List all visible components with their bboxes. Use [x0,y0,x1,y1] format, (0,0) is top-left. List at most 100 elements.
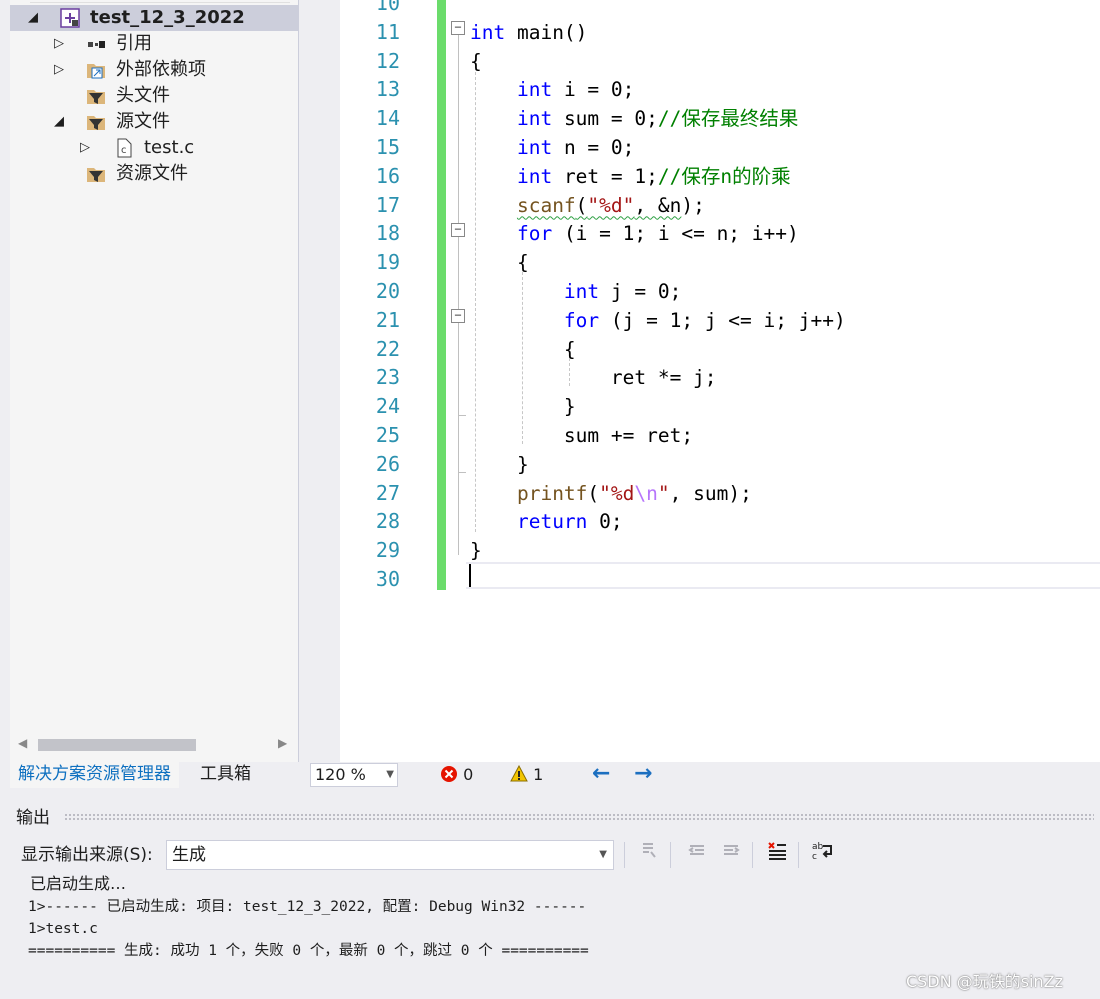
expand-arrow-icon[interactable]: ▷ [52,31,66,57]
line-number: 30 [375,567,400,591]
code-token: printf [516,481,588,505]
code-line[interactable]: printf("%d\n", sum); [470,479,752,508]
toggle-word-wrap-icon[interactable]: ab c [810,840,836,868]
output-title: 输出 [16,808,50,828]
output-source-select[interactable]: 生成 ▼ [166,840,614,870]
tree-item-source-files[interactable]: ◢ 源文件 [10,109,298,135]
scroll-left-icon[interactable]: ◀ [18,736,27,750]
code-token: (j = 1; j <= i; j++) [599,308,846,332]
code-line[interactable]: int ret = 1;//保存n的阶乘 [470,162,791,191]
tab-solution-explorer[interactable]: 解决方案资源管理器 [10,760,179,788]
code-token: return [516,510,588,534]
code-line[interactable]: scanf("%d", &n); [470,191,705,220]
line-number: 15 [375,135,400,159]
tab-toolbox[interactable]: 工具箱 [192,760,259,788]
toolbar-separator [624,842,625,868]
tree-item-external-deps[interactable]: ▷ 外部依赖项 [10,57,298,83]
collapse-arrow-icon[interactable]: ◢ [52,109,66,135]
fold-toggle-icon[interactable]: − [451,21,465,35]
fold-outline [458,35,459,555]
find-message-icon[interactable] [636,840,662,868]
line-number: 17 [375,192,400,217]
navigate-back-icon[interactable]: ← [592,762,610,786]
fold-toggle-icon[interactable]: − [451,309,465,323]
chevron-down-icon[interactable]: ▼ [386,764,394,786]
line-number: 26 [375,451,400,476]
code-token: for [516,222,553,246]
solution-explorer: ◢ test_12_3_2022 ▷ 引用 ▷ 外部依赖项 头文件 ◢ 源文件 … [10,0,299,762]
code-token: int [516,136,553,159]
tree-item-resource-files[interactable]: 资源文件 [10,161,298,187]
line-number: 13 [375,77,400,102]
output-line: 1>------ 已启动生成: 项目: test_12_3_2022, 配置: … [28,899,587,915]
pane-drag-grip[interactable] [64,813,1094,821]
code-line[interactable]: int i = 0; [470,75,634,104]
line-number: 18 [375,221,400,246]
code-line[interactable]: int n = 0; [470,133,634,162]
error-count[interactable]: 0 [440,764,473,786]
references-icon [86,34,106,54]
go-to-next-message-icon[interactable] [718,840,744,868]
go-to-previous-message-icon[interactable] [684,840,710,868]
code-token: i = 0; [552,78,635,102]
tree-item-label: test.c [144,137,195,158]
code-line[interactable]: for (i = 1; i <= n; i++) [470,219,799,248]
code-line[interactable]: int sum = 0;//保存最终结果 [470,104,798,133]
tree-item-test-c[interactable]: ▷ c test.c [10,135,298,161]
code-line[interactable]: int main() [470,18,587,47]
code-token: ( [587,481,600,505]
toolbar-separator [798,842,799,868]
line-number: 25 [375,423,400,447]
scrollbar-thumb[interactable] [38,739,196,751]
expand-arrow-icon[interactable]: ▷ [52,57,66,83]
code-line[interactable]: sum += ret; [470,421,693,450]
chevron-down-icon[interactable]: ▼ [599,841,607,869]
code-line[interactable]: for (j = 1; j <= i; j++) [470,306,846,335]
tree-item-label: 外部依赖项 [116,59,206,80]
code-token: , sum); [669,481,752,505]
collapse-arrow-icon[interactable]: ◢ [26,5,40,31]
code-line[interactable]: return 0; [470,507,623,536]
horizontal-scrollbar[interactable]: ◀ ▶ [10,734,298,756]
code-token: ret *= j; [470,366,717,390]
warning-count[interactable]: 1 [510,764,543,786]
explorer-tabs: 解决方案资源管理器 工具箱 [10,760,298,788]
line-number: 20 [375,279,400,303]
code-line[interactable]: } [470,450,529,479]
code-token: "%d [599,481,635,505]
zoom-select[interactable]: 120 % ▼ [310,763,398,787]
warning-icon [510,764,528,784]
filter-folder-icon [86,164,106,184]
code-token: sum += ret; [470,424,694,447]
code-line[interactable]: int j = 0; [470,277,681,306]
code-token: 0; [587,510,623,534]
tree-item-label: 资源文件 [116,163,188,184]
code-line[interactable]: } [470,536,482,565]
expand-arrow-icon[interactable]: ▷ [78,135,92,161]
code-token: int [470,20,506,44]
clear-all-icon[interactable] [764,840,790,868]
c-file-icon: c [114,138,134,158]
code-line[interactable]: ret *= j; [470,363,717,392]
tree-item-references[interactable]: ▷ 引用 [10,31,298,57]
code-token: for [563,308,600,332]
project-icon [60,8,80,28]
navigate-forward-icon[interactable]: → [634,762,652,786]
code-line[interactable]: { [470,248,529,277]
line-number: 23 [375,365,400,390]
tree-item-project[interactable]: ◢ test_12_3_2022 [10,5,298,31]
toolbar-separator [752,842,753,868]
scroll-right-icon[interactable]: ▶ [278,736,287,750]
tree-item-header-files[interactable]: 头文件 [10,83,298,109]
fold-toggle-icon[interactable]: − [451,223,465,237]
code-token: " [657,481,670,505]
editor-margin [308,0,340,762]
